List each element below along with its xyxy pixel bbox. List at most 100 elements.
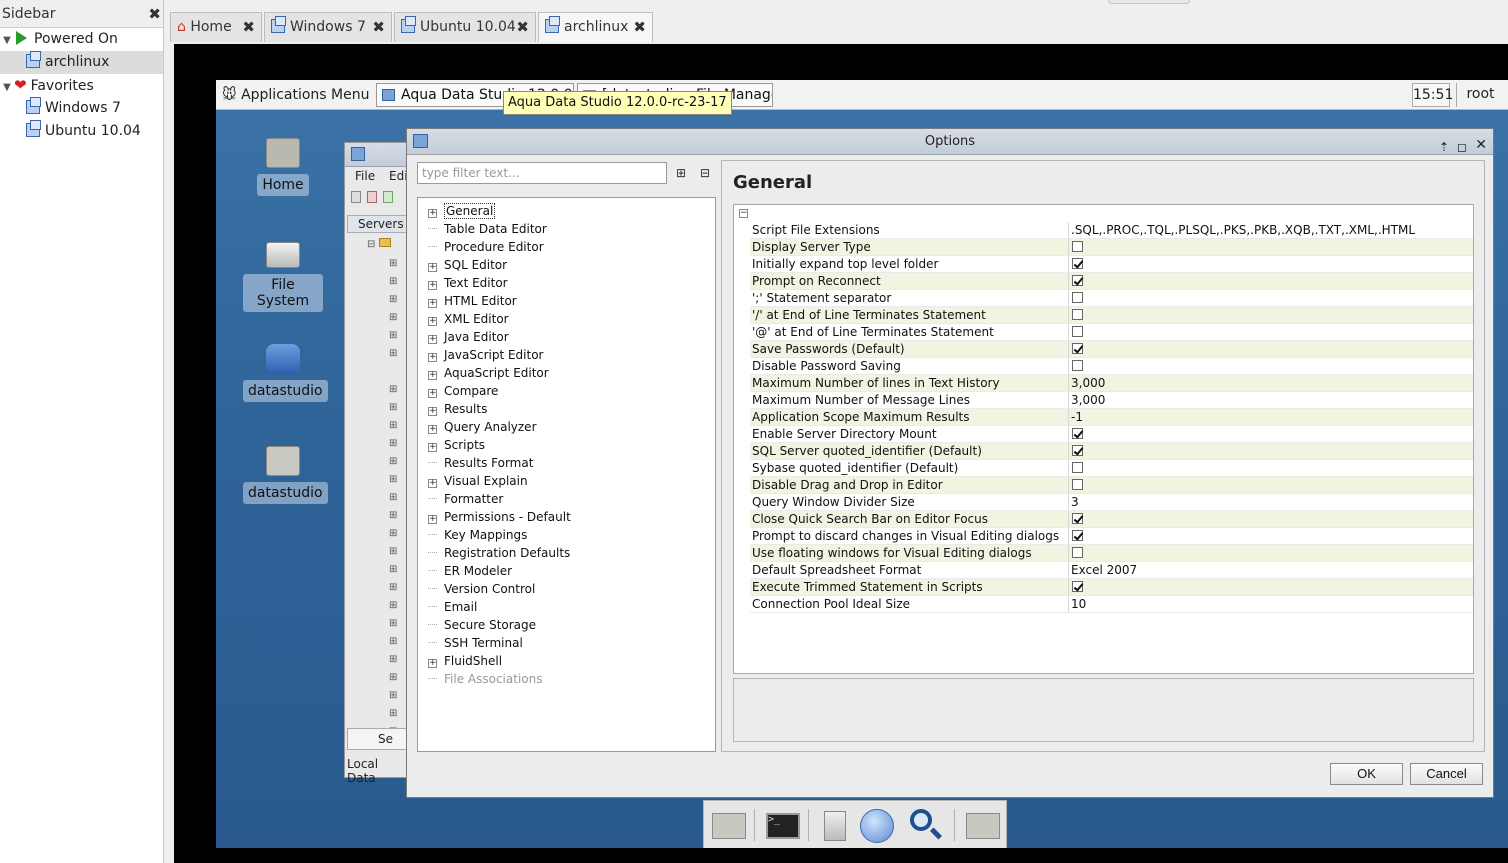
nav-item[interactable]: File Associations <box>428 670 542 688</box>
close-icon[interactable]: ✕ <box>1475 132 1487 158</box>
sidebar-item-windows-7[interactable]: Windows 7 <box>0 97 163 120</box>
property-row[interactable]: Save Passwords (Default) <box>750 341 1473 358</box>
nav-item[interactable]: Formatter <box>428 490 503 508</box>
property-checkbox[interactable] <box>1072 445 1083 456</box>
folder-icon[interactable] <box>964 807 1002 843</box>
expand-icon[interactable]: + <box>428 335 437 344</box>
expand-triangle-icon[interactable]: ▼ <box>0 76 14 99</box>
collapse-all-icon[interactable]: ⊟ <box>696 164 714 182</box>
property-checkbox[interactable] <box>1072 513 1083 524</box>
property-row[interactable]: Display Server Type <box>750 239 1473 256</box>
file-manager-icon[interactable] <box>710 807 748 843</box>
sidebar-item-ubuntu[interactable]: Ubuntu 10.04 <box>0 120 163 143</box>
property-value[interactable]: 10 <box>1068 596 1473 612</box>
menu-file[interactable]: File <box>355 169 375 183</box>
nav-item[interactable]: + Scripts <box>428 436 485 454</box>
property-checkbox[interactable] <box>1072 360 1083 371</box>
expand-icon[interactable]: + <box>428 407 437 416</box>
expand-all-icon[interactable]: ⊞ <box>672 164 690 182</box>
desktop-icon-datastudio-folder[interactable]: datastudio <box>243 446 328 504</box>
collapse-icon[interactable]: − <box>739 209 748 218</box>
new-icon[interactable] <box>351 191 361 203</box>
search-icon[interactable] <box>906 807 944 843</box>
property-row[interactable]: Sybase quoted_identifier (Default) <box>750 460 1473 477</box>
expand-icon[interactable]: + <box>428 389 437 398</box>
nav-item[interactable]: + HTML Editor <box>428 292 517 310</box>
property-row[interactable]: Enable Server Directory Mount <box>750 426 1473 443</box>
property-row[interactable]: Prompt on Reconnect <box>750 273 1473 290</box>
property-row[interactable]: ';' Statement separator <box>750 290 1473 307</box>
filter-input[interactable] <box>417 162 667 184</box>
nav-item[interactable]: Procedure Editor <box>428 238 544 256</box>
property-checkbox[interactable] <box>1072 275 1083 286</box>
dialog-titlebar[interactable]: Options ⇡ ◻ ✕ <box>407 129 1493 155</box>
tab-close-icon[interactable]: ✖ <box>516 13 529 41</box>
property-row[interactable]: '/' at End of Line Terminates Statement <box>750 307 1473 324</box>
expand-icon[interactable]: + <box>428 425 437 434</box>
desktop-icon-home[interactable]: Home <box>243 138 323 196</box>
nav-item[interactable]: + Visual Explain <box>428 472 528 490</box>
property-value[interactable]: 3,000 <box>1068 375 1473 391</box>
property-row[interactable]: Close Quick Search Bar on Editor Focus <box>750 511 1473 528</box>
nav-item[interactable]: + SQL Editor <box>428 256 507 274</box>
expand-icon[interactable]: + <box>428 479 437 488</box>
property-value[interactable]: 3,000 <box>1068 392 1473 408</box>
nav-item[interactable]: + FluidShell <box>428 652 502 670</box>
property-checkbox[interactable] <box>1072 309 1083 320</box>
cancel-button[interactable]: Cancel <box>1410 763 1483 785</box>
ok-button[interactable]: OK <box>1330 763 1403 785</box>
nav-item[interactable]: Key Mappings <box>428 526 527 544</box>
menu-edit[interactable]: Edi <box>389 169 408 183</box>
tab-close-icon[interactable]: ✖ <box>633 13 646 41</box>
nav-item[interactable]: + Permissions - Default <box>428 508 571 526</box>
nav-item[interactable]: + Results <box>428 400 487 418</box>
property-checkbox[interactable] <box>1072 462 1083 473</box>
user-label[interactable]: root <box>1456 83 1504 107</box>
property-row[interactable]: Query Window Divider Size 3 <box>750 494 1473 511</box>
connect-icon[interactable] <box>383 191 393 203</box>
expand-icon[interactable]: + <box>428 263 437 272</box>
property-value[interactable]: Excel 2007 <box>1068 562 1473 578</box>
nav-item[interactable]: Email <box>428 598 477 616</box>
expand-icon[interactable]: + <box>428 281 437 290</box>
nav-item[interactable]: + Compare <box>428 382 498 400</box>
property-checkbox[interactable] <box>1072 241 1083 252</box>
shade-icon[interactable]: ⇡ <box>1439 134 1449 160</box>
property-value[interactable]: 3 <box>1068 494 1473 510</box>
desktop-icon-file-system[interactable]: File System <box>243 242 323 312</box>
servers-tab[interactable]: Servers <box>347 215 411 233</box>
property-row[interactable]: Default Spreadsheet Format Excel 2007 <box>750 562 1473 579</box>
expand-triangle-icon[interactable]: ▼ <box>0 29 14 52</box>
sidebar-splitter[interactable] <box>164 0 174 863</box>
expand-icon[interactable]: + <box>428 209 437 218</box>
desktop-icon-datastudio-app[interactable]: datastudio <box>243 344 328 402</box>
nav-item[interactable]: Secure Storage <box>428 616 536 634</box>
tab-close-icon[interactable]: ✖ <box>372 13 385 41</box>
nav-item[interactable]: Registration Defaults <box>428 544 570 562</box>
expand-icon[interactable]: + <box>428 317 437 326</box>
sidebar-item-archlinux[interactable]: archlinux <box>0 51 163 74</box>
nav-item[interactable]: + General <box>428 202 496 220</box>
property-row[interactable]: Initially expand top level folder <box>750 256 1473 273</box>
nav-item[interactable]: + Query Analyzer <box>428 418 537 436</box>
sidebar-close-icon[interactable]: ✖ <box>148 0 161 28</box>
property-row[interactable]: Application Scope Maximum Results -1 <box>750 409 1473 426</box>
tab-ubuntu[interactable]: Ubuntu 10.04 ✖ <box>394 12 536 42</box>
property-checkbox[interactable] <box>1072 292 1083 303</box>
delete-icon[interactable] <box>367 191 377 203</box>
tab-close-icon[interactable]: ✖ <box>242 13 255 41</box>
servers-bottom-tab[interactable]: Se <box>347 728 411 750</box>
sidebar-group-favorites[interactable]: ▼ ❤ Favorites <box>0 74 163 97</box>
property-checkbox[interactable] <box>1072 343 1083 354</box>
property-checkbox[interactable] <box>1072 530 1083 541</box>
property-row[interactable]: Connection Pool Ideal Size 10 <box>750 596 1473 613</box>
property-row[interactable]: '@' at End of Line Terminates Statement <box>750 324 1473 341</box>
property-checkbox[interactable] <box>1072 428 1083 439</box>
nav-item[interactable]: + Text Editor <box>428 274 508 292</box>
property-value[interactable]: .SQL,.PROC,.TQL,.PLSQL,.PKS,.PKB,.XQB,.T… <box>1068 222 1473 238</box>
nav-item[interactable]: + Java Editor <box>428 328 509 346</box>
nav-item[interactable]: Results Format <box>428 454 533 472</box>
aqua-main-window[interactable]: File Edi Servers ⊟ ⊞ ⊞ ⊞ ⊞ ⊞ ⊞ ⊞ ⊞ ⊞ ⊞ ⊞ ⊞ ⊞ ⊞ ⊞ ⊞ ⊞ ⊞ ⊞ ⊞ ⊞… <box>344 142 411 785</box>
property-row[interactable]: Disable Password Saving <box>750 358 1473 375</box>
expand-icon[interactable]: + <box>428 353 437 362</box>
